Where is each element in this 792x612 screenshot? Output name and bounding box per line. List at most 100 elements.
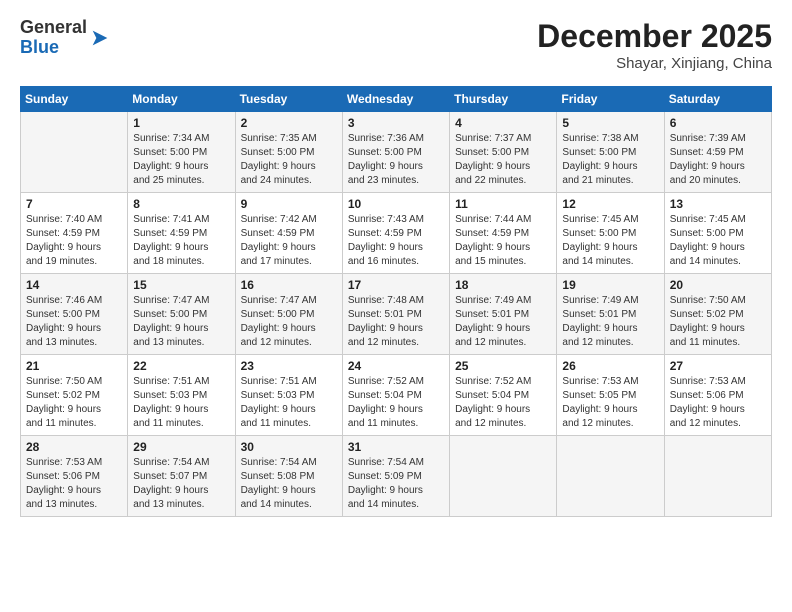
- day-number: 24: [348, 359, 444, 373]
- day-info: Sunrise: 7:52 AM Sunset: 5:04 PM Dayligh…: [348, 375, 444, 431]
- calendar-day-cell: 11Sunrise: 7:44 AM Sunset: 4:59 PM Dayli…: [450, 193, 557, 274]
- day-number: 26: [562, 359, 658, 373]
- calendar-week-row: 28 Sunrise: 7:53 AM Sunset: 5:06 PM Dayli…: [21, 436, 772, 517]
- day-info: Sunrise: 7:39 AM Sunset: 4:59 PM Dayligh…: [670, 132, 766, 188]
- day-of-week-header: Thursday: [450, 87, 557, 112]
- day-info: Sunrise: 7:47 AM Sunset: 5:00 PM Dayligh…: [133, 294, 229, 350]
- day-number: 29: [133, 440, 229, 454]
- day-info: Sunrise: 7:45 AM Sunset: 5:00 PM Dayligh…: [670, 213, 766, 269]
- day-info: Sunrise: 7:46 AM Sunset: 5:00 PM Dayligh…: [26, 294, 122, 350]
- day-number: 17: [348, 278, 444, 292]
- day-info: Sunrise: 7:54 AM Sunset: 5:08 PM Dayligh…: [241, 456, 337, 512]
- day-info: Sunrise: 7:51 AM Sunset: 5:03 PM Dayligh…: [241, 375, 337, 431]
- calendar-day-cell: 29 Sunrise: 7:54 AM Sunset: 5:07 PM Dayli…: [128, 436, 235, 517]
- header-row: SundayMondayTuesdayWednesdayThursdayFrid…: [21, 87, 772, 112]
- day-info: Sunrise: 7:53 AM Sunset: 5:06 PM Dayligh…: [26, 456, 122, 512]
- day-info: Sunrise: 7:43 AM Sunset: 4:59 PM Dayligh…: [348, 213, 444, 269]
- calendar-day-cell: 19 Sunrise: 7:49 AM Sunset: 5:01 PM Dayli…: [557, 274, 664, 355]
- day-number: 1: [133, 116, 229, 130]
- calendar-day-cell: 17 Sunrise: 7:48 AM Sunset: 5:01 PM Dayli…: [342, 274, 449, 355]
- day-number: 6: [670, 116, 766, 130]
- day-number: 9: [241, 197, 337, 211]
- logo-blue: Blue: [20, 38, 87, 58]
- day-info: Sunrise: 7:35 AM Sunset: 5:00 PM Dayligh…: [241, 132, 337, 188]
- calendar-day-cell: 24 Sunrise: 7:52 AM Sunset: 5:04 PM Dayli…: [342, 355, 449, 436]
- calendar-week-row: 7Sunrise: 7:40 AM Sunset: 4:59 PM Daylig…: [21, 193, 772, 274]
- calendar-week-row: 21 Sunrise: 7:50 AM Sunset: 5:02 PM Dayli…: [21, 355, 772, 436]
- day-number: 20: [670, 278, 766, 292]
- day-info: Sunrise: 7:52 AM Sunset: 5:04 PM Dayligh…: [455, 375, 551, 431]
- day-number: 5: [562, 116, 658, 130]
- day-number: 3: [348, 116, 444, 130]
- day-number: 25: [455, 359, 551, 373]
- calendar-day-cell: 15 Sunrise: 7:47 AM Sunset: 5:00 PM Dayli…: [128, 274, 235, 355]
- day-info: Sunrise: 7:45 AM Sunset: 5:00 PM Dayligh…: [562, 213, 658, 269]
- calendar-day-cell: 1 Sunrise: 7:34 AM Sunset: 5:00 PM Daylig…: [128, 112, 235, 193]
- calendar-day-cell: [21, 112, 128, 193]
- day-number: 31: [348, 440, 444, 454]
- day-of-week-header: Wednesday: [342, 87, 449, 112]
- calendar-day-cell: 5 Sunrise: 7:38 AM Sunset: 5:00 PM Daylig…: [557, 112, 664, 193]
- day-number: 21: [26, 359, 122, 373]
- calendar-day-cell: [557, 436, 664, 517]
- day-info: Sunrise: 7:53 AM Sunset: 5:06 PM Dayligh…: [670, 375, 766, 431]
- calendar-day-cell: 30 Sunrise: 7:54 AM Sunset: 5:08 PM Dayli…: [235, 436, 342, 517]
- calendar-day-cell: 28 Sunrise: 7:53 AM Sunset: 5:06 PM Dayli…: [21, 436, 128, 517]
- day-info: Sunrise: 7:42 AM Sunset: 4:59 PM Dayligh…: [241, 213, 337, 269]
- day-number: 2: [241, 116, 337, 130]
- calendar-day-cell: 22Sunrise: 7:51 AM Sunset: 5:03 PM Dayli…: [128, 355, 235, 436]
- day-info: Sunrise: 7:53 AM Sunset: 5:05 PM Dayligh…: [562, 375, 658, 431]
- day-of-week-header: Friday: [557, 87, 664, 112]
- calendar-body: 1 Sunrise: 7:34 AM Sunset: 5:00 PM Daylig…: [21, 112, 772, 517]
- month-title: December 2025: [537, 18, 772, 55]
- day-info: Sunrise: 7:36 AM Sunset: 5:00 PM Dayligh…: [348, 132, 444, 188]
- day-info: Sunrise: 7:48 AM Sunset: 5:01 PM Dayligh…: [348, 294, 444, 350]
- calendar-day-cell: 21 Sunrise: 7:50 AM Sunset: 5:02 PM Dayli…: [21, 355, 128, 436]
- day-info: Sunrise: 7:51 AM Sunset: 5:03 PM Dayligh…: [133, 375, 229, 431]
- day-number: 19: [562, 278, 658, 292]
- page-header: General Blue December 2025 Shayar, Xinji…: [20, 18, 772, 72]
- logo-general: General: [20, 18, 87, 38]
- day-info: Sunrise: 7:50 AM Sunset: 5:02 PM Dayligh…: [26, 375, 122, 431]
- page-container: General Blue December 2025 Shayar, Xinji…: [0, 0, 792, 527]
- location-subtitle: Shayar, Xinjiang, China: [537, 55, 772, 72]
- day-number: 15: [133, 278, 229, 292]
- day-info: Sunrise: 7:38 AM Sunset: 5:00 PM Dayligh…: [562, 132, 658, 188]
- day-info: Sunrise: 7:37 AM Sunset: 5:00 PM Dayligh…: [455, 132, 551, 188]
- day-number: 30: [241, 440, 337, 454]
- day-info: Sunrise: 7:50 AM Sunset: 5:02 PM Dayligh…: [670, 294, 766, 350]
- day-info: Sunrise: 7:49 AM Sunset: 5:01 PM Dayligh…: [562, 294, 658, 350]
- calendar-day-cell: 18Sunrise: 7:49 AM Sunset: 5:01 PM Dayli…: [450, 274, 557, 355]
- calendar-day-cell: 25 Sunrise: 7:52 AM Sunset: 5:04 PM Dayli…: [450, 355, 557, 436]
- day-number: 16: [241, 278, 337, 292]
- logo-text: General Blue: [20, 18, 111, 58]
- day-info: Sunrise: 7:49 AM Sunset: 5:01 PM Dayligh…: [455, 294, 551, 350]
- day-number: 4: [455, 116, 551, 130]
- logo: General Blue: [20, 18, 111, 58]
- calendar-day-cell: 31 Sunrise: 7:54 AM Sunset: 5:09 PM Dayli…: [342, 436, 449, 517]
- calendar-day-cell: 7Sunrise: 7:40 AM Sunset: 4:59 PM Daylig…: [21, 193, 128, 274]
- calendar-day-cell: 27Sunrise: 7:53 AM Sunset: 5:06 PM Dayli…: [664, 355, 771, 436]
- calendar-day-cell: 26 Sunrise: 7:53 AM Sunset: 5:05 PM Dayli…: [557, 355, 664, 436]
- day-of-week-header: Monday: [128, 87, 235, 112]
- day-number: 28: [26, 440, 122, 454]
- day-number: 11: [455, 197, 551, 211]
- calendar-day-cell: 9 Sunrise: 7:42 AM Sunset: 4:59 PM Daylig…: [235, 193, 342, 274]
- day-number: 10: [348, 197, 444, 211]
- logo-icon: [89, 27, 111, 49]
- calendar-day-cell: [664, 436, 771, 517]
- day-info: Sunrise: 7:54 AM Sunset: 5:07 PM Dayligh…: [133, 456, 229, 512]
- calendar-day-cell: 12Sunrise: 7:45 AM Sunset: 5:00 PM Dayli…: [557, 193, 664, 274]
- day-info: Sunrise: 7:34 AM Sunset: 5:00 PM Dayligh…: [133, 132, 229, 188]
- calendar-day-cell: [450, 436, 557, 517]
- calendar-day-cell: 20 Sunrise: 7:50 AM Sunset: 5:02 PM Dayli…: [664, 274, 771, 355]
- day-info: Sunrise: 7:54 AM Sunset: 5:09 PM Dayligh…: [348, 456, 444, 512]
- calendar-day-cell: 3 Sunrise: 7:36 AM Sunset: 5:00 PM Daylig…: [342, 112, 449, 193]
- calendar-day-cell: 8Sunrise: 7:41 AM Sunset: 4:59 PM Daylig…: [128, 193, 235, 274]
- calendar-day-cell: 6 Sunrise: 7:39 AM Sunset: 4:59 PM Daylig…: [664, 112, 771, 193]
- title-block: December 2025 Shayar, Xinjiang, China: [537, 18, 772, 72]
- calendar-week-row: 1 Sunrise: 7:34 AM Sunset: 5:00 PM Daylig…: [21, 112, 772, 193]
- day-info: Sunrise: 7:47 AM Sunset: 5:00 PM Dayligh…: [241, 294, 337, 350]
- day-of-week-header: Saturday: [664, 87, 771, 112]
- day-number: 7: [26, 197, 122, 211]
